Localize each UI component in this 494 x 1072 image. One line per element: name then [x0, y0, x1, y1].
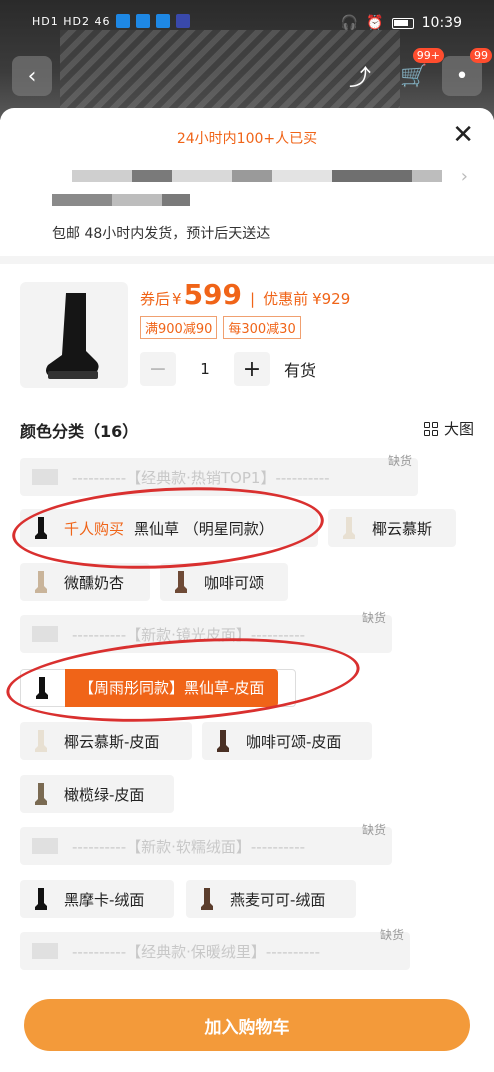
boot-image	[46, 293, 99, 379]
hot-tag: 千人购买	[64, 519, 125, 538]
signal-text: HD1 HD2 46	[32, 14, 111, 28]
out-of-stock-tag: 缺货	[362, 823, 387, 837]
out-of-stock-tag: 缺货	[380, 928, 405, 942]
cream-boot-icon	[28, 726, 54, 756]
option-weixunnaixing[interactable]: 微醺奶杏	[20, 563, 150, 601]
close-icon: ✕	[452, 120, 474, 150]
olive-boot-icon	[28, 779, 54, 809]
headphone-icon: 🎧	[340, 15, 359, 31]
coupon-tag: 满900减90	[140, 316, 218, 339]
color-section-title: 颜色分类（16）	[20, 422, 139, 441]
brown-boot-icon	[194, 884, 220, 914]
message-icon: •	[455, 63, 469, 89]
placeholder-image	[28, 462, 62, 492]
coupon-tag: 每300减30	[223, 316, 301, 339]
app-notification-icon	[116, 14, 131, 28]
app-notification-icon	[176, 14, 191, 28]
decrease-button[interactable]: −	[140, 352, 176, 386]
close-button[interactable]: ✕	[452, 122, 474, 148]
original-price: ¥929	[312, 290, 351, 308]
grid-icon	[423, 421, 438, 436]
big-view-toggle[interactable]: 大图	[423, 418, 474, 439]
price-label: 券后	[140, 290, 171, 308]
black-boot-icon	[28, 513, 54, 543]
currency: ¥	[172, 290, 182, 308]
out-of-stock-tag: 缺货	[362, 611, 387, 625]
message-badge: 99	[470, 48, 492, 63]
option-section-header: ----------【新款·镜光皮面】----------	[20, 615, 392, 653]
big-view-label: 大图	[443, 420, 474, 438]
back-arrow-icon: ‹	[27, 63, 37, 89]
share-icon: ⤴	[348, 66, 371, 91]
chevron-right-icon: ›	[460, 166, 468, 187]
battery-icon	[391, 17, 414, 29]
status-bar: HD1 HD2 46 🎧 ⏰ 10:39	[0, 0, 494, 50]
option-section-header: ----------【新款·软糯绒面】----------	[20, 827, 392, 865]
minus-icon: −	[148, 356, 168, 382]
placeholder-image	[28, 831, 62, 861]
sold-banner: 24小时内100+人已买	[176, 131, 318, 147]
option-yeyunmusi-leather[interactable]: 椰云慕斯-皮面	[20, 722, 192, 760]
increase-button[interactable]: +	[234, 352, 270, 386]
option-yeyunmusi[interactable]: 椰云慕斯	[328, 509, 456, 547]
original-price-label: 优惠前	[263, 290, 309, 308]
placeholder-image	[28, 936, 62, 966]
cream-boot-icon	[336, 513, 362, 543]
black-boot-icon	[28, 884, 54, 914]
brown-boot-icon	[210, 726, 236, 756]
cart-badge: 99+	[412, 48, 444, 63]
option-heixiancao-star[interactable]: 千人购买 黑仙草 （明星同款）	[20, 509, 318, 547]
cart-button[interactable]: 🛒 99+	[394, 48, 444, 96]
stock-status: 有货	[284, 361, 317, 380]
quantity-value[interactable]: 1	[176, 360, 234, 378]
option-kafeikesong[interactable]: 咖啡可颂	[160, 563, 288, 601]
option-ganlanlv-leather[interactable]: 橄榄绿-皮面	[20, 775, 174, 813]
product-thumbnail[interactable]	[20, 282, 128, 388]
share-button[interactable]: ⤴	[340, 56, 380, 96]
black-boot-icon	[29, 673, 55, 703]
beige-boot-icon	[28, 567, 54, 597]
out-of-stock-tag: 缺货	[388, 454, 413, 468]
placeholder-image	[28, 619, 62, 649]
clock: 10:39	[421, 15, 462, 31]
shipping-info: 包邮 48小时内发货，预计后天送达	[52, 226, 271, 242]
cart-icon: 🛒	[400, 63, 428, 89]
option-kafeikesong-leather[interactable]: 咖啡可颂-皮面	[202, 722, 372, 760]
option-heimoka-suede[interactable]: 黑摩卡-绒面	[20, 880, 174, 918]
screen: HD1 HD2 46 🎧 ⏰ 10:39 ‹ ⤴ 🛒 99+ • 99 24小时…	[0, 0, 494, 1072]
divider	[0, 256, 494, 264]
add-to-cart-button[interactable]: 加入购物车	[24, 999, 470, 1051]
option-yanmaikeke-suede[interactable]: 燕麦可可-绒面	[186, 880, 356, 918]
quantity-stepper: − 1 + 有货	[140, 352, 316, 386]
option-heixiancao-leather-selected[interactable]: 【周雨彤同款】黑仙草-皮面	[20, 669, 296, 707]
back-button[interactable]: ‹	[12, 56, 52, 96]
price-separator: |	[250, 290, 256, 308]
app-notification-icon	[156, 14, 171, 28]
alarm-icon: ⏰	[366, 15, 384, 31]
price: 599	[183, 278, 243, 311]
coupon-list: 满900减90 每300减30	[140, 316, 301, 339]
option-section-header: ----------【经典款·保暖绒里】----------	[20, 932, 410, 970]
plus-icon: +	[242, 356, 262, 382]
price-row: 券后 ¥ 599 | 优惠前 ¥929	[140, 278, 350, 311]
option-section-header: ----------【经典款·热销TOP1】----------	[20, 458, 418, 496]
message-button[interactable]: • 99	[442, 48, 492, 96]
app-notification-icon	[136, 14, 151, 28]
brown-boot-icon	[168, 567, 194, 597]
